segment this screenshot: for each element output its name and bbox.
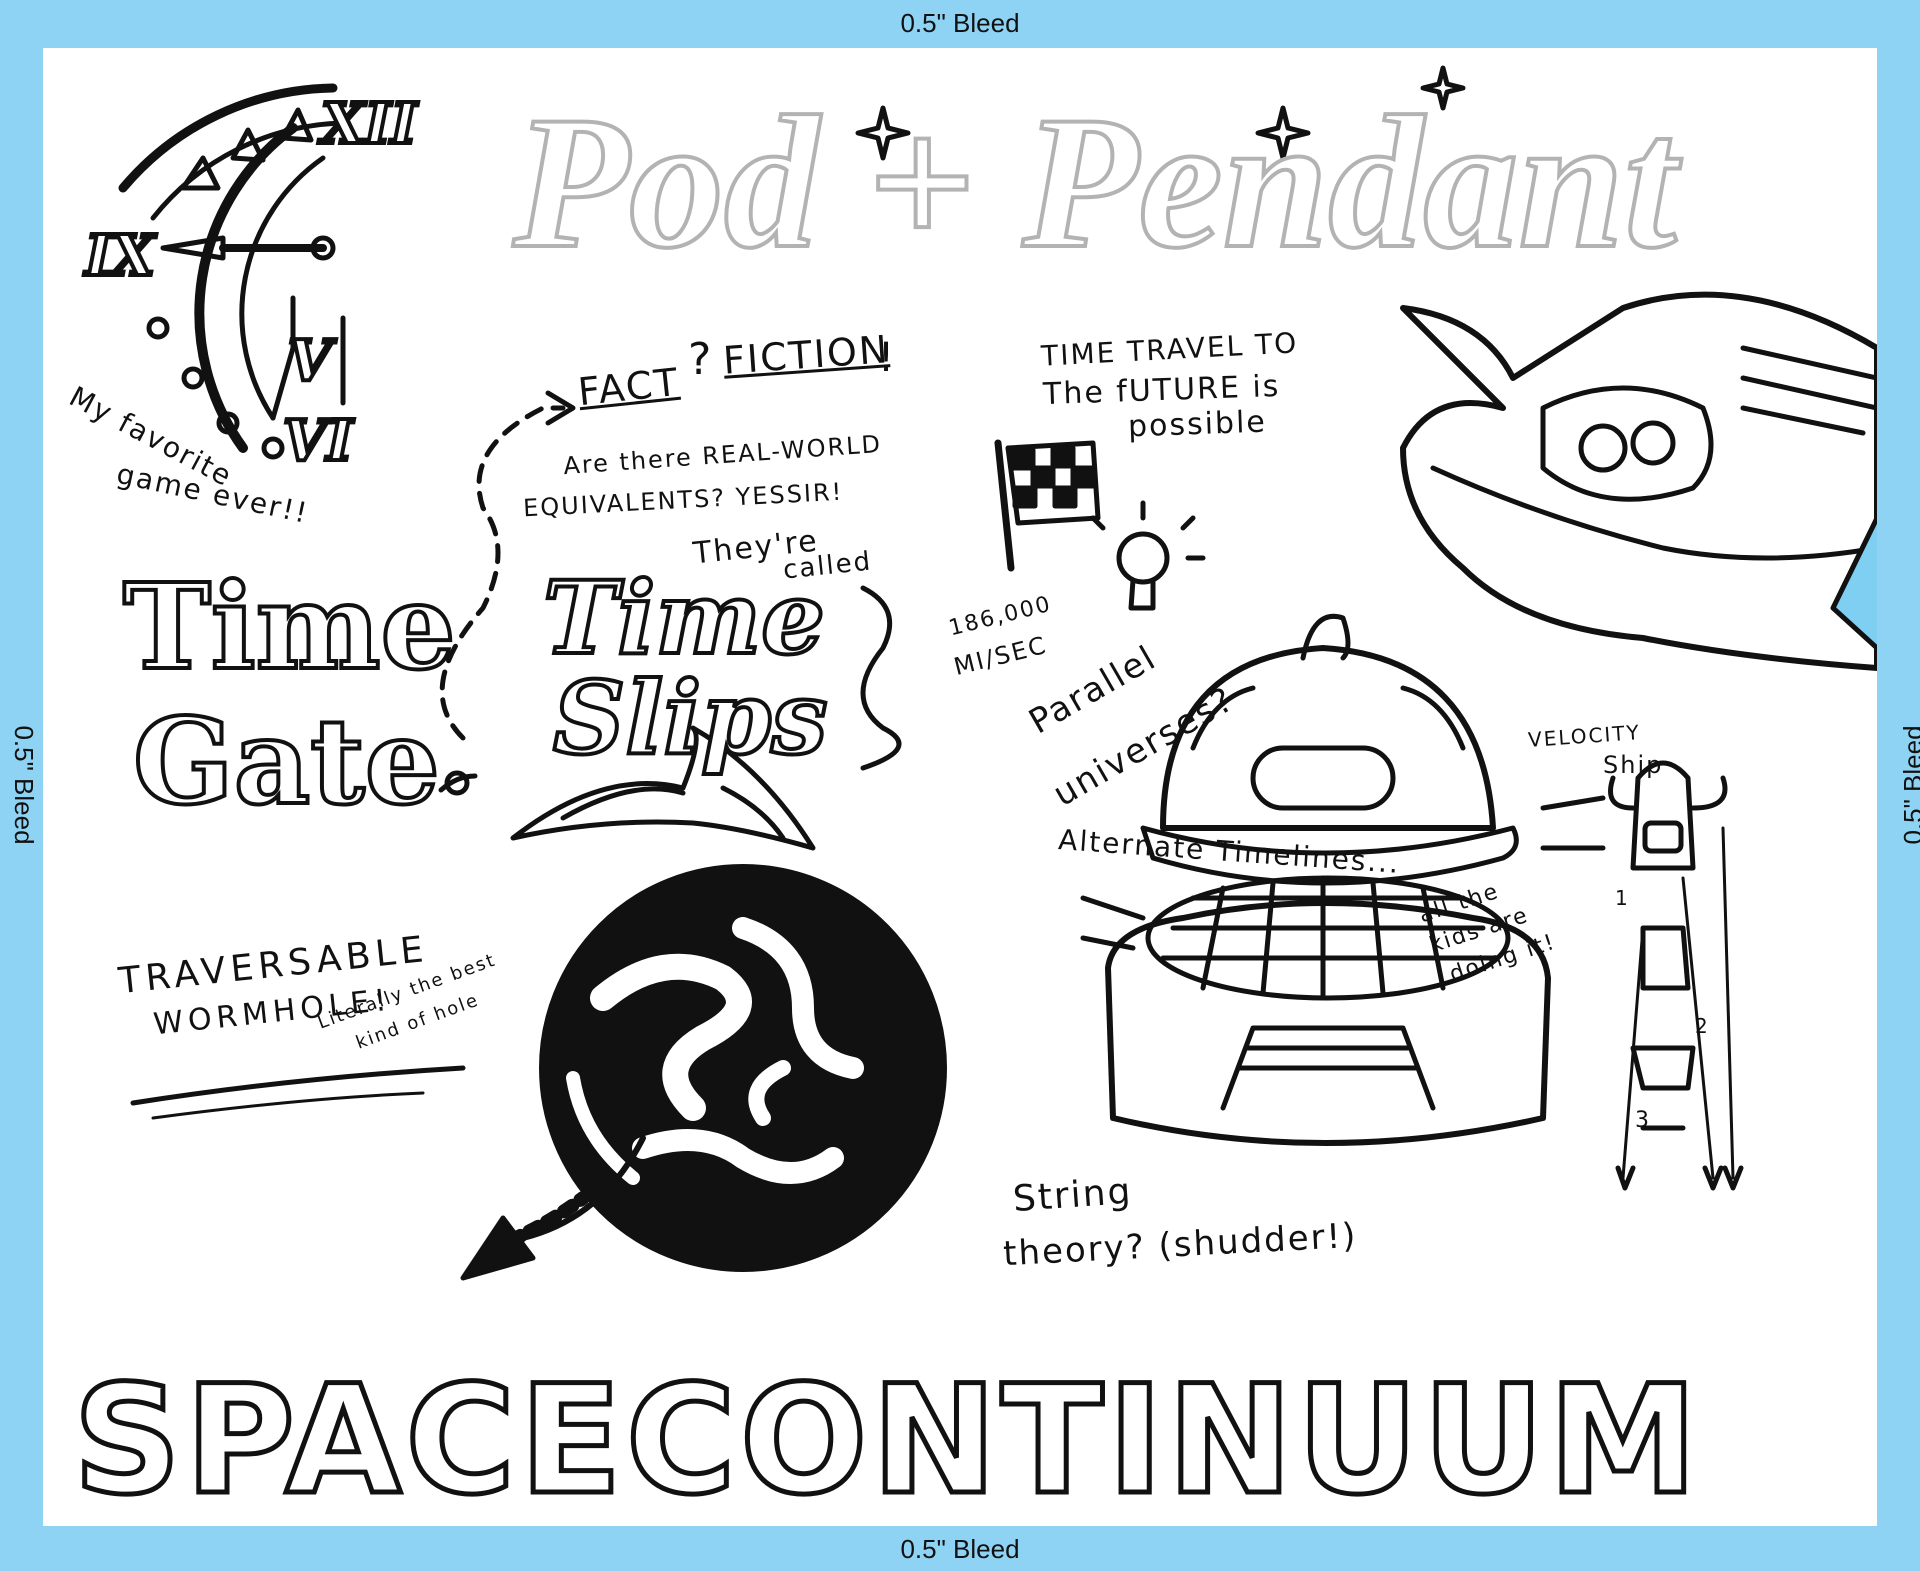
- time-gate-line1: Time: [121, 557, 458, 696]
- bleed-label-top: 0.5" Bleed: [900, 8, 1020, 38]
- bleed-label-right: 0.5" Bleed: [1898, 725, 1920, 845]
- clock-illustration: [118, 83, 346, 460]
- light-bulb-icon: [1090, 500, 1206, 611]
- clock-numeral-vi: VI: [281, 408, 355, 474]
- time-slips-line1: Time: [541, 559, 827, 677]
- fact-label: FACT: [575, 359, 682, 415]
- fact-question: ?: [688, 334, 714, 385]
- fiction-label: FICTION: [721, 327, 891, 383]
- velocity-line2: Ship: [1603, 751, 1664, 779]
- artboard: Pod + Pendant XII IX V VI My favorite ga…: [43, 48, 1877, 1526]
- bleed-label-left: 0.5" Bleed: [9, 725, 40, 845]
- clock-numeral-v: V: [286, 328, 333, 394]
- time-slips-line2: Slips: [551, 659, 829, 777]
- clock-numeral-ix: IX: [83, 223, 157, 289]
- wormhole-illustration: [539, 864, 947, 1272]
- header-title: Pod + Pendant: [511, 78, 1679, 288]
- spaceship-illustration: [1400, 291, 1877, 671]
- future-line3: possible: [1127, 404, 1268, 445]
- velocity-step-3: 3: [1635, 1108, 1651, 1133]
- velocity-step-2: 2: [1695, 1014, 1710, 1038]
- string-theory-line1: String: [1011, 1170, 1134, 1221]
- footer-title: SPACECONTINUUM: [71, 1354, 1702, 1526]
- checkered-flag-icon: [994, 439, 1101, 572]
- time-pod-illustration: [1080, 614, 1606, 1146]
- velocity-step-1: 1: [1615, 886, 1630, 910]
- time-gate-line2: Gate: [131, 692, 442, 831]
- velocity-ship-illustration: [1608, 760, 1744, 1191]
- bleed-label-bottom: 0.5" Bleed: [900, 1534, 1020, 1564]
- fiction-exclaim: !: [878, 335, 897, 381]
- clock-numeral-xii: XII: [319, 91, 419, 157]
